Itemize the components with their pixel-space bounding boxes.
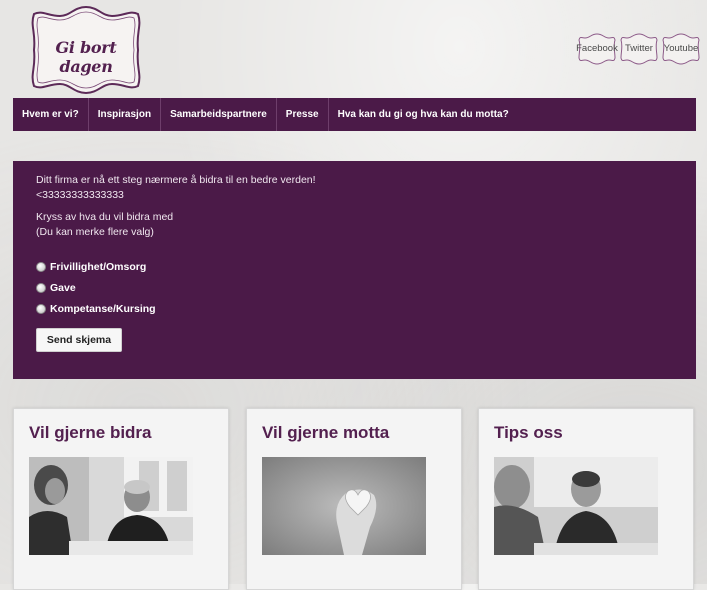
card-photo[interactable] (29, 457, 193, 555)
option-label: Gave (50, 282, 76, 294)
people-meeting-photo (29, 457, 193, 555)
main-nav: Hvem er vi? Inspirasjon Samarbeidspartne… (13, 98, 696, 131)
confirmation-message: Ditt firma er nå ett steg nærmere å bidr… (36, 174, 316, 186)
option-label: Frivillighet/Omsorg (50, 261, 147, 273)
radio-button[interactable] (36, 283, 46, 293)
logo-text: Gi bort dagen (55, 38, 117, 76)
facebook-link[interactable]: Facebook (576, 32, 618, 66)
contribution-form: Ditt firma er nå ett steg nærmere å bidr… (13, 161, 696, 379)
heart-in-hand-photo (262, 457, 426, 555)
card-title[interactable]: Vil gjerne motta (262, 423, 389, 443)
card-tips-oss[interactable]: Tips oss (478, 408, 694, 590)
option-gave[interactable]: Gave (36, 282, 76, 294)
card-title[interactable]: Tips oss (494, 423, 563, 443)
radio-button[interactable] (36, 304, 46, 314)
card-photo[interactable] (494, 457, 658, 555)
option-kompetanse[interactable]: Kompetanse/Kursing (36, 303, 156, 315)
form-prompt: Kryss av hva du vil bidra med (36, 211, 174, 223)
card-title[interactable]: Vil gjerne bidra (29, 423, 152, 443)
card-vil-gjerne-motta[interactable]: Vil gjerne motta (246, 408, 462, 590)
twitter-link[interactable]: Twitter (620, 32, 658, 66)
card-vil-gjerne-bidra[interactable]: Vil gjerne bidra (13, 408, 229, 590)
option-label: Kompetanse/Kursing (50, 303, 156, 315)
people-talking-photo (494, 457, 658, 555)
radio-button[interactable] (36, 262, 46, 272)
option-frivillighet[interactable]: Frivillighet/Omsorg (36, 261, 146, 273)
form-hint: (Du kan merke flere valg) (36, 226, 154, 238)
nav-item-hva-kan-du-gi[interactable]: Hva kan du gi og hva kan du motta? (329, 98, 518, 131)
youtube-label: Youtube (663, 43, 699, 54)
confirmation-code: <33333333333333 (36, 189, 124, 201)
site-logo[interactable]: Gi bort dagen (28, 4, 144, 96)
nav-item-presse[interactable]: Presse (277, 98, 329, 131)
card-photo[interactable] (262, 457, 426, 555)
nav-item-inspirasjon[interactable]: Inspirasjon (89, 98, 162, 131)
submit-button[interactable]: Send skjema (36, 328, 122, 352)
youtube-link[interactable]: Youtube (662, 32, 700, 66)
nav-item-samarbeidspartnere[interactable]: Samarbeidspartnere (161, 98, 277, 131)
nav-item-hvem-er-vi[interactable]: Hvem er vi? (13, 98, 89, 131)
